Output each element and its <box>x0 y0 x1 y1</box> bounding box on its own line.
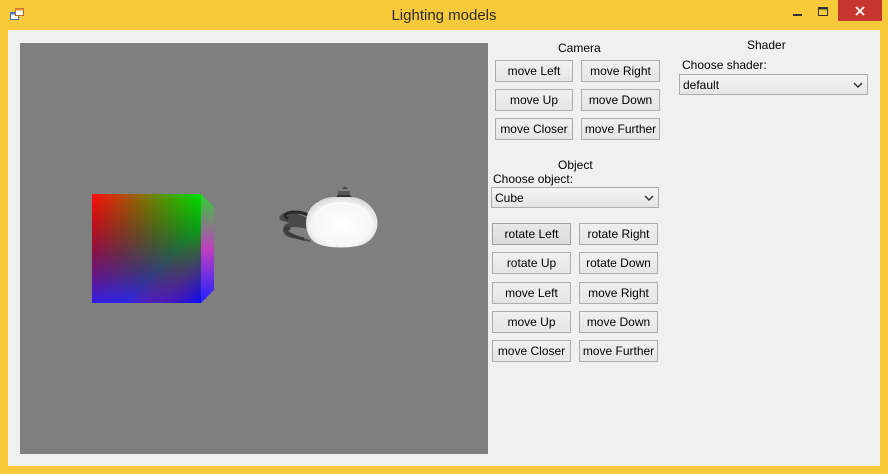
camera-move-left-button[interactable]: move Left <box>495 60 573 82</box>
object-select[interactable]: Cube <box>491 187 659 208</box>
object-move-down-button[interactable]: move Down <box>579 311 658 333</box>
render-viewport[interactable] <box>20 43 488 454</box>
scene-canvas <box>92 186 378 303</box>
object-rotate-down-button[interactable]: rotate Down <box>579 252 658 274</box>
minimize-icon <box>793 14 802 16</box>
camera-move-further-button[interactable]: move Further <box>581 118 660 140</box>
object-rotate-left-button[interactable]: rotate Left <box>492 223 571 245</box>
camera-move-up-button[interactable]: move Up <box>495 89 573 111</box>
object-move-right-button[interactable]: move Right <box>579 282 658 304</box>
camera-move-down-button[interactable]: move Down <box>581 89 660 111</box>
app-window: Lighting models Camera move Left move Ri… <box>0 0 888 474</box>
shader-select-value: default <box>683 78 720 92</box>
shader-heading: Shader <box>747 38 786 52</box>
title-bar[interactable]: Lighting models <box>0 0 888 30</box>
camera-heading: Camera <box>558 41 601 55</box>
object-move-up-button[interactable]: move Up <box>492 311 571 333</box>
client-area: Camera move Left move Right move Up move… <box>8 30 880 466</box>
camera-move-right-button[interactable]: move Right <box>581 60 660 82</box>
object-move-further-button[interactable]: move Further <box>579 340 658 362</box>
gradient-cube[interactable] <box>92 194 214 303</box>
object-select-value: Cube <box>495 191 524 205</box>
object-move-closer-button[interactable]: move Closer <box>492 340 571 362</box>
maximize-icon <box>817 7 828 16</box>
camera-move-closer-button[interactable]: move Closer <box>495 118 573 140</box>
window-title: Lighting models <box>391 7 497 24</box>
shader-select[interactable]: default <box>679 74 868 95</box>
object-heading: Object <box>558 158 593 172</box>
close-icon <box>855 5 865 16</box>
choose-shader-label: Choose shader: <box>682 58 767 72</box>
choose-object-label: Choose object: <box>493 172 574 186</box>
object-rotate-right-button[interactable]: rotate Right <box>579 223 658 245</box>
teapot[interactable] <box>279 186 378 248</box>
chevron-down-icon <box>644 193 654 203</box>
chevron-down-icon <box>853 80 863 90</box>
object-move-left-button[interactable]: move Left <box>492 282 571 304</box>
maximize-button[interactable] <box>811 2 835 22</box>
object-rotate-up-button[interactable]: rotate Up <box>492 252 571 274</box>
minimize-button[interactable] <box>786 2 810 22</box>
close-button[interactable] <box>838 0 882 21</box>
